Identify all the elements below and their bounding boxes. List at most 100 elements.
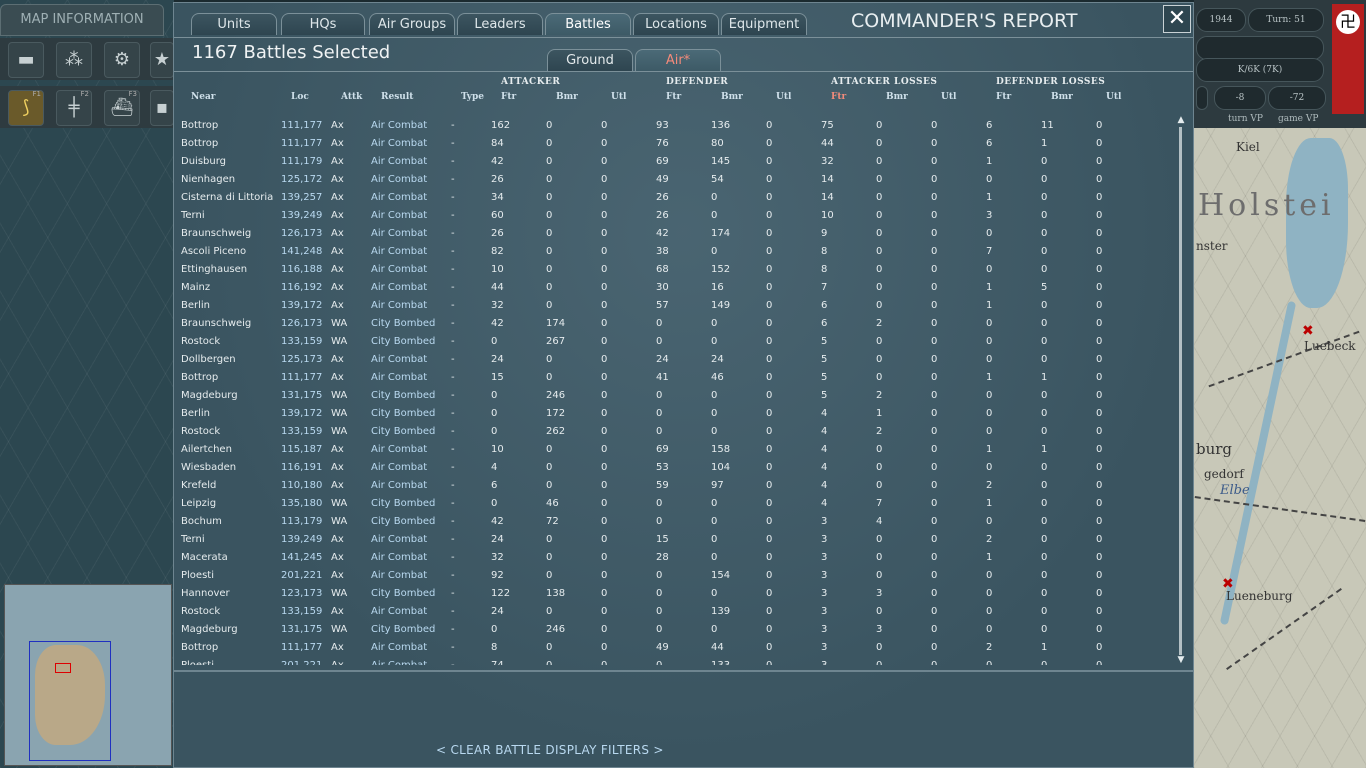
column-header-type[interactable]: Type [461, 92, 484, 102]
column-header-att-ftr[interactable]: Ftr [501, 92, 516, 102]
table-row[interactable]: Hannover 123,173 WA City Bombed - 122 138 0 0 0 0 3… [174, 585, 1174, 603]
table-row[interactable]: Rostock 133,159 WA City Bombed - 0 267 0 0 0 0 5 0 0 0… [174, 333, 1174, 351]
table-row[interactable]: Bottrop 111,177 Ax Air Combat - 84 0 0 76 80 0 44 0 0… [174, 135, 1174, 153]
rail-button[interactable]: ╪ F2 [56, 90, 92, 126]
table-row[interactable]: Ettinghausen 116,188 Ax Air Combat - 10 0 0 68 15… [174, 261, 1174, 279]
column-header-def-utl[interactable]: Utl [776, 92, 791, 102]
column-header-attloss-ftr[interactable]: Ftr [831, 92, 846, 102]
subtab-air[interactable]: Air* [635, 49, 721, 71]
column-header-attloss-bmr[interactable]: Bmr [886, 92, 908, 102]
close-button[interactable]: ✕ [1163, 5, 1191, 33]
table-row[interactable]: Berlin 139,172 Ax Air Combat - 32 0 0 57 149 0 6 0 0 1… [174, 297, 1174, 315]
table-row[interactable]: Mainz 116,192 Ax Air Combat - 44 0 0 30 16 0 7 0 0 1 5 0 [174, 279, 1174, 297]
table-row[interactable]: Rostock 133,159 WA City Bombed - 0 262 0 0 0 0 4 2 0 0… [174, 423, 1174, 441]
cell-loc[interactable]: 111,177 [281, 117, 322, 135]
table-row[interactable]: Bottrop 111,177 Ax Air Combat - 162 0 0 93 136 0 75… [174, 117, 1174, 135]
column-header-attk[interactable]: Attk [341, 92, 362, 102]
cell-loc[interactable]: 139,249 [281, 207, 322, 225]
cell-loc[interactable]: 116,188 [281, 261, 322, 279]
table-row[interactable]: Krefeld 110,180 Ax Air Combat - 6 0 0 59 97 0 4 0 0 2 0… [174, 477, 1174, 495]
cell-loc[interactable]: 116,191 [281, 459, 322, 477]
tab-battles[interactable]: Battles [545, 13, 631, 35]
ship-button[interactable]: ⛴ F3 [104, 90, 140, 126]
table-row[interactable]: Duisburg 111,179 Ax Air Combat - 42 0 0 69 145 0 32… [174, 153, 1174, 171]
table-row[interactable]: Nienhagen 125,172 Ax Air Combat - 26 0 0 49 54 0 14… [174, 171, 1174, 189]
column-header-defloss-ftr[interactable]: Ftr [996, 92, 1011, 102]
column-header-def-bmr[interactable]: Bmr [721, 92, 743, 102]
table-row[interactable]: Bochum 113,179 WA City Bombed - 42 72 0 0 0 0 3 4 0 0 0… [174, 513, 1174, 531]
scroll-up-icon[interactable]: ▲ [1175, 115, 1187, 125]
column-header-result[interactable]: Result [381, 92, 413, 102]
column-header-attloss-utl[interactable]: Utl [941, 92, 956, 102]
cell-loc[interactable]: 139,172 [281, 405, 322, 423]
cell-loc[interactable]: 126,173 [281, 225, 322, 243]
table-row[interactable]: Bottrop 111,177 Ax Air Combat - 8 0 0 49 44 0 3 0 0 2 1… [174, 639, 1174, 657]
settings-button[interactable]: ⚙ [104, 42, 140, 78]
cell-loc[interactable]: 116,192 [281, 279, 322, 297]
more-button[interactable]: ▪ [150, 90, 174, 126]
cell-loc[interactable]: 139,249 [281, 531, 322, 549]
cell-loc[interactable]: 123,173 [281, 585, 322, 603]
tab-air-groups[interactable]: Air Groups [369, 13, 455, 35]
cell-loc[interactable]: 135,180 [281, 495, 322, 513]
cell-loc[interactable]: 126,173 [281, 315, 322, 333]
table-row[interactable]: Leipzig 135,180 WA City Bombed - 0 46 0 0 0 0 4 7 0 1 0… [174, 495, 1174, 513]
cell-loc[interactable]: 110,180 [281, 477, 322, 495]
cell-loc[interactable]: 133,159 [281, 423, 322, 441]
cell-loc[interactable]: 111,177 [281, 369, 322, 387]
table-row[interactable]: Rostock 133,159 Ax Air Combat - 24 0 0 0 139 0 3 0 0 0… [174, 603, 1174, 621]
cell-loc[interactable]: 111,179 [281, 153, 322, 171]
ground-units-button[interactable]: ▬ [8, 42, 44, 78]
table-row[interactable]: Cisterna di Littoria 139,257 Ax Air Combat -… [174, 189, 1174, 207]
map-information-tab[interactable]: MAP INFORMATION [0, 4, 164, 36]
cell-loc[interactable]: 125,173 [281, 351, 322, 369]
clear-filters-link[interactable]: < CLEAR BATTLE DISPLAY FILTERS > [436, 743, 664, 757]
scrollbar[interactable]: ▲ ▼ [1175, 115, 1187, 667]
scroll-down-icon[interactable]: ▼ [1175, 655, 1187, 665]
tab-equipment[interactable]: Equipment [721, 13, 807, 35]
tab-locations[interactable]: Locations [633, 13, 719, 35]
supply-path-button[interactable]: ⟆ F1 [8, 90, 44, 126]
column-header-defloss-bmr[interactable]: Bmr [1051, 92, 1073, 102]
column-header-att-utl[interactable]: Utl [611, 92, 626, 102]
cell-loc[interactable]: 141,245 [281, 549, 322, 567]
tab-leaders[interactable]: Leaders [457, 13, 543, 35]
cell-loc[interactable]: 111,177 [281, 135, 322, 153]
scroll-track[interactable] [1179, 127, 1182, 655]
cell-loc[interactable]: 139,257 [281, 189, 322, 207]
tab-units[interactable]: Units [191, 13, 277, 35]
column-header-att-bmr[interactable]: Bmr [556, 92, 578, 102]
tab-hqs[interactable]: HQs [281, 13, 365, 35]
cell-loc[interactable]: 131,175 [281, 387, 322, 405]
cell-loc[interactable]: 201,221 [281, 567, 322, 585]
table-row[interactable]: Ascoli Piceno 141,248 Ax Air Combat - 82 0 0 38 0… [174, 243, 1174, 261]
table-row[interactable]: Dollbergen 125,173 Ax Air Combat - 24 0 0 24 24 0 5… [174, 351, 1174, 369]
cell-loc[interactable]: 111,177 [281, 639, 322, 657]
table-row[interactable]: Terni 139,249 Ax Air Combat - 24 0 0 15 0 0 3 0 0 2 0 0 [174, 531, 1174, 549]
table-row[interactable]: Magdeburg 131,175 WA City Bombed - 0 246 0 0 0 0 5 2… [174, 387, 1174, 405]
column-header-loc[interactable]: Loc [291, 92, 309, 102]
table-row[interactable]: Terni 139,249 Ax Air Combat - 60 0 0 26 0 0 10 0 0 3 0 0 [174, 207, 1174, 225]
table-row[interactable]: Ploesti 201,221 Ax Air Combat - 92 0 0 0 154 0 3 0 0 0… [174, 567, 1174, 585]
column-header-def-ftr[interactable]: Ftr [666, 92, 681, 102]
table-row[interactable]: Wiesbaden 116,191 Ax Air Combat - 4 0 0 53 104 0 4 0… [174, 459, 1174, 477]
cell-loc[interactable]: 131,175 [281, 621, 322, 639]
table-row[interactable]: Braunschweig 126,173 Ax Air Combat - 26 0 0 42 17… [174, 225, 1174, 243]
nation-flag[interactable]: 卍 [1332, 4, 1364, 114]
cell-loc[interactable]: 133,159 [281, 603, 322, 621]
table-row[interactable]: Berlin 139,172 WA City Bombed - 0 172 0 0 0 0 4 1 0 0 0… [174, 405, 1174, 423]
table-row[interactable]: Ploesti 201,221 Ax Air Combat - 74 0 0 0 133 0 3 0 0 0… [174, 657, 1174, 665]
cell-loc[interactable]: 113,179 [281, 513, 322, 531]
column-header-defloss-utl[interactable]: Utl [1106, 92, 1121, 102]
minimap[interactable] [4, 584, 172, 766]
subtab-ground[interactable]: Ground [547, 49, 633, 71]
map-background-right[interactable]: Kiel Holstei nster ✖ Luebeck burg gedorf… [1194, 128, 1366, 768]
cell-loc[interactable]: 141,248 [281, 243, 322, 261]
infantry-button[interactable]: ⁂ [56, 42, 92, 78]
cell-loc[interactable]: 125,172 [281, 171, 322, 189]
table-row[interactable]: Bottrop 111,177 Ax Air Combat - 15 0 0 41 46 0 5 0 0 1… [174, 369, 1174, 387]
cell-loc[interactable]: 139,172 [281, 297, 322, 315]
star-button[interactable]: ★ [150, 42, 174, 78]
cell-loc[interactable]: 133,159 [281, 333, 322, 351]
table-row[interactable]: Macerata 141,245 Ax Air Combat - 32 0 0 28 0 0 3 0 0 1… [174, 549, 1174, 567]
